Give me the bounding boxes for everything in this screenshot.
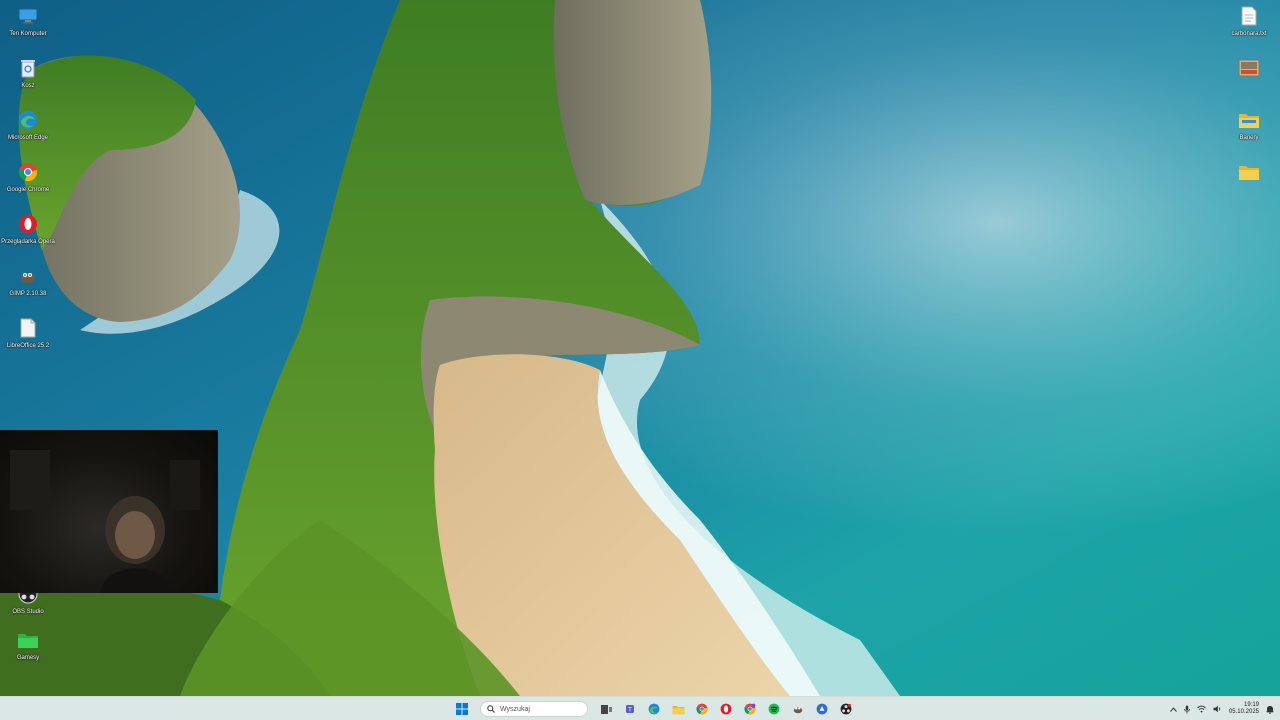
chrome-taskbar-button[interactable] (692, 699, 712, 719)
start-button[interactable] (452, 699, 472, 719)
chrome-profile-taskbar-button[interactable] (740, 699, 760, 719)
search-placeholder: Wyszukaj (500, 705, 530, 713)
taskbar-search[interactable]: Wyszukaj (480, 701, 588, 717)
chrome-icon (696, 703, 708, 715)
tray-overflow-button[interactable] (1170, 706, 1177, 712)
teams-icon: T (626, 705, 634, 714)
clock-time: 19:19 (1243, 702, 1259, 708)
task-view-icon (600, 704, 612, 714)
desktop-icon-banery[interactable]: Banery (1221, 108, 1277, 142)
gimp-icon (793, 707, 803, 714)
network-button[interactable] (1197, 705, 1206, 713)
opera-icon (16, 212, 40, 236)
monitor-icon (16, 4, 40, 28)
desktop-icon-carbonara[interactable]: carbonara.txt (1221, 4, 1277, 38)
file-explorer-button[interactable] (668, 699, 688, 719)
chrome-icon (744, 703, 756, 715)
microphone-button[interactable] (1184, 705, 1190, 714)
search-icon (487, 705, 495, 713)
gimp-taskbar-button[interactable] (788, 699, 808, 719)
image-file-icon (1237, 56, 1261, 80)
clock-date: 05.10.2025 (1228, 709, 1259, 715)
chevron-up-icon (1170, 706, 1177, 712)
desktop-icon-gimp[interactable]: GIMP 2.10.38 (0, 264, 56, 298)
desktop-icon-image[interactable] (1221, 56, 1277, 82)
system-tray: 19:19 05.10.2025 (1170, 697, 1274, 720)
wifi-icon (1197, 705, 1206, 713)
text-file-icon (1237, 4, 1261, 28)
desktop-icon-libreoffice[interactable]: LibreOffice 25.2 (0, 316, 56, 350)
desktop-icon-chrome[interactable]: Google Chrome (0, 160, 56, 194)
taskbar-apps: Wyszukaj T (452, 697, 856, 720)
desktop-icon-folder[interactable] (1221, 160, 1277, 186)
recycle-bin-icon (16, 56, 40, 80)
gimp-icon (16, 264, 40, 288)
obs-taskbar-button[interactable] (836, 699, 856, 719)
folder-icon (1237, 108, 1261, 132)
svg-text:T: T (628, 708, 632, 714)
desktop-icon-this-pc[interactable]: Ten Komputer (0, 4, 56, 38)
app-taskbar-button[interactable] (812, 699, 832, 719)
folder-icon (672, 705, 684, 714)
opera-taskbar-button[interactable] (716, 699, 736, 719)
edge-icon (16, 108, 40, 132)
webcam-overlay (0, 430, 218, 593)
windows-logo-icon (456, 703, 468, 715)
taskbar: Wyszukaj T 19:19 05.10.2025 (0, 696, 1280, 720)
desktop-icon-gamesy[interactable]: Gamesy (0, 628, 56, 662)
desktop-icon-edge[interactable]: Microsoft Edge (0, 108, 56, 142)
spotify-icon (768, 703, 780, 715)
opera-icon (720, 703, 732, 715)
folder-icon (1237, 160, 1261, 184)
bell-icon (1266, 705, 1274, 714)
chrome-icon (16, 160, 40, 184)
speaker-icon (1213, 705, 1221, 713)
task-view-button[interactable] (596, 699, 616, 719)
teams-button[interactable]: T (620, 699, 640, 719)
taskbar-clock[interactable]: 19:19 05.10.2025 (1229, 702, 1259, 716)
microphone-icon (1184, 705, 1190, 714)
notifications-button[interactable] (1266, 705, 1274, 714)
volume-button[interactable] (1213, 705, 1222, 713)
app-icon (816, 703, 828, 715)
document-icon (16, 316, 40, 340)
spotify-taskbar-button[interactable] (764, 699, 784, 719)
desktop-icon-recycle-bin[interactable]: Kosz (0, 56, 56, 90)
obs-icon (840, 703, 852, 715)
folder-icon (16, 628, 40, 652)
edge-taskbar-button[interactable] (644, 699, 664, 719)
edge-icon (648, 703, 660, 715)
desktop-icon-opera[interactable]: Przeglądarka Opera (0, 212, 56, 246)
